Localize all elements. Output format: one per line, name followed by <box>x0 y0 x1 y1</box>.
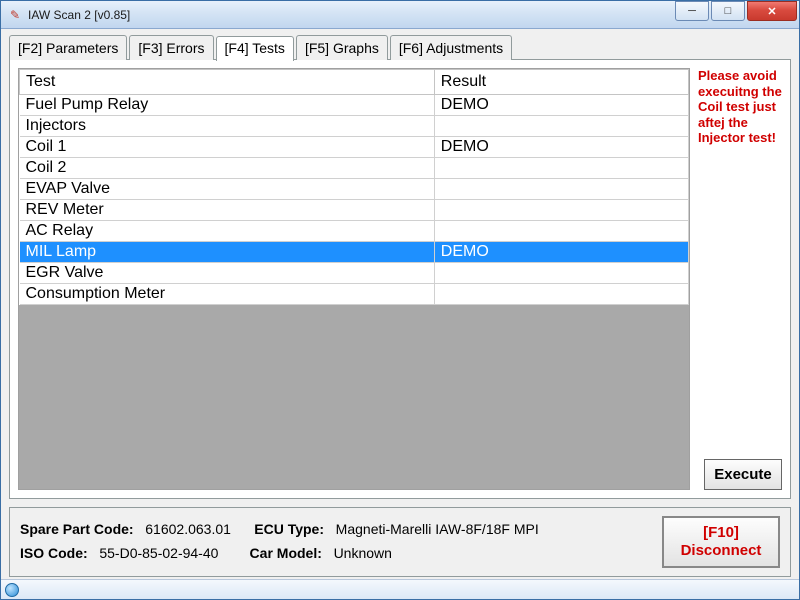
table-row[interactable]: Coil 1DEMO <box>20 137 689 158</box>
table-row[interactable]: EVAP Valve <box>20 179 689 200</box>
table-row[interactable]: Injectors <box>20 116 689 137</box>
window-controls: ─ □ ✕ <box>675 1 799 28</box>
col-header-result[interactable]: Result <box>434 70 688 95</box>
warning-text: Please avoid execuitng the Coil test jus… <box>698 68 782 459</box>
cell-test: EVAP Valve <box>20 179 435 200</box>
minimize-button[interactable]: ─ <box>675 1 709 21</box>
tests-grid[interactable]: Test Result Fuel Pump RelayDEMOInjectors… <box>18 68 690 490</box>
spare-part-label: Spare Part Code: <box>20 521 134 537</box>
tab-2[interactable]: [F4] Tests <box>216 36 294 61</box>
window-title: IAW Scan 2 [v0.85] <box>28 8 675 22</box>
footer-panel: Spare Part Code: 61602.063.01 ECU Type: … <box>9 507 791 577</box>
table-row[interactable]: Coil 2 <box>20 158 689 179</box>
execute-button[interactable]: Execute <box>704 459 782 490</box>
cell-result: DEMO <box>434 137 688 158</box>
close-button[interactable]: ✕ <box>747 1 797 21</box>
status-bar <box>1 579 799 599</box>
footer-info: Spare Part Code: 61602.063.01 ECU Type: … <box>20 518 652 566</box>
table-row[interactable]: AC Relay <box>20 221 689 242</box>
car-model-value: Unknown <box>334 545 392 561</box>
tab-panel-tests: Test Result Fuel Pump RelayDEMOInjectors… <box>9 59 791 499</box>
col-header-test[interactable]: Test <box>20 70 435 95</box>
tests-sidebar: Please avoid execuitng the Coil test jus… <box>698 68 782 490</box>
cell-result <box>434 158 688 179</box>
ecu-type-value: Magneti-Marelli IAW-8F/18F MPI <box>336 521 539 537</box>
table-row[interactable]: Fuel Pump RelayDEMO <box>20 95 689 116</box>
car-model-label: Car Model: <box>250 545 322 561</box>
table-row[interactable]: REV Meter <box>20 200 689 221</box>
cell-test: MIL Lamp <box>20 242 435 263</box>
titlebar[interactable]: ✎ IAW Scan 2 [v0.85] ─ □ ✕ <box>1 1 799 29</box>
tab-4[interactable]: [F6] Adjustments <box>390 35 512 60</box>
disconnect-line1: [F10] <box>703 524 739 541</box>
cell-test: Consumption Meter <box>20 284 435 305</box>
ecu-type-label: ECU Type: <box>254 521 324 537</box>
client-area: [F2] Parameters[F3] Errors[F4] Tests[F5]… <box>1 29 799 579</box>
iso-code-value: 55-D0-85-02-94-40 <box>99 545 218 561</box>
cell-result <box>434 116 688 137</box>
cell-result: DEMO <box>434 242 688 263</box>
info-icon[interactable] <box>5 583 19 597</box>
tab-0[interactable]: [F2] Parameters <box>9 35 127 60</box>
cell-result: DEMO <box>434 95 688 116</box>
cell-result <box>434 263 688 284</box>
cell-test: EGR Valve <box>20 263 435 284</box>
cell-test: Coil 2 <box>20 158 435 179</box>
maximize-button[interactable]: □ <box>711 1 745 21</box>
tab-3[interactable]: [F5] Graphs <box>296 35 388 60</box>
app-window: ✎ IAW Scan 2 [v0.85] ─ □ ✕ [F2] Paramete… <box>0 0 800 600</box>
cell-test: REV Meter <box>20 200 435 221</box>
disconnect-button[interactable]: [F10] Disconnect <box>662 516 780 568</box>
cell-test: Injectors <box>20 116 435 137</box>
cell-result <box>434 200 688 221</box>
cell-test: Coil 1 <box>20 137 435 158</box>
cell-result <box>434 284 688 305</box>
tab-1[interactable]: [F3] Errors <box>129 35 213 60</box>
spare-part-value: 61602.063.01 <box>145 521 231 537</box>
cell-result <box>434 221 688 242</box>
cell-result <box>434 179 688 200</box>
disconnect-line2: Disconnect <box>681 542 762 559</box>
iso-code-label: ISO Code: <box>20 545 88 561</box>
table-row[interactable]: Consumption Meter <box>20 284 689 305</box>
tests-table: Test Result Fuel Pump RelayDEMOInjectors… <box>19 69 689 305</box>
tab-strip: [F2] Parameters[F3] Errors[F4] Tests[F5]… <box>9 35 791 60</box>
cell-test: AC Relay <box>20 221 435 242</box>
table-row[interactable]: MIL LampDEMO <box>20 242 689 263</box>
cell-test: Fuel Pump Relay <box>20 95 435 116</box>
tests-area: Test Result Fuel Pump RelayDEMOInjectors… <box>18 68 690 490</box>
table-row[interactable]: EGR Valve <box>20 263 689 284</box>
app-icon: ✎ <box>7 7 23 23</box>
